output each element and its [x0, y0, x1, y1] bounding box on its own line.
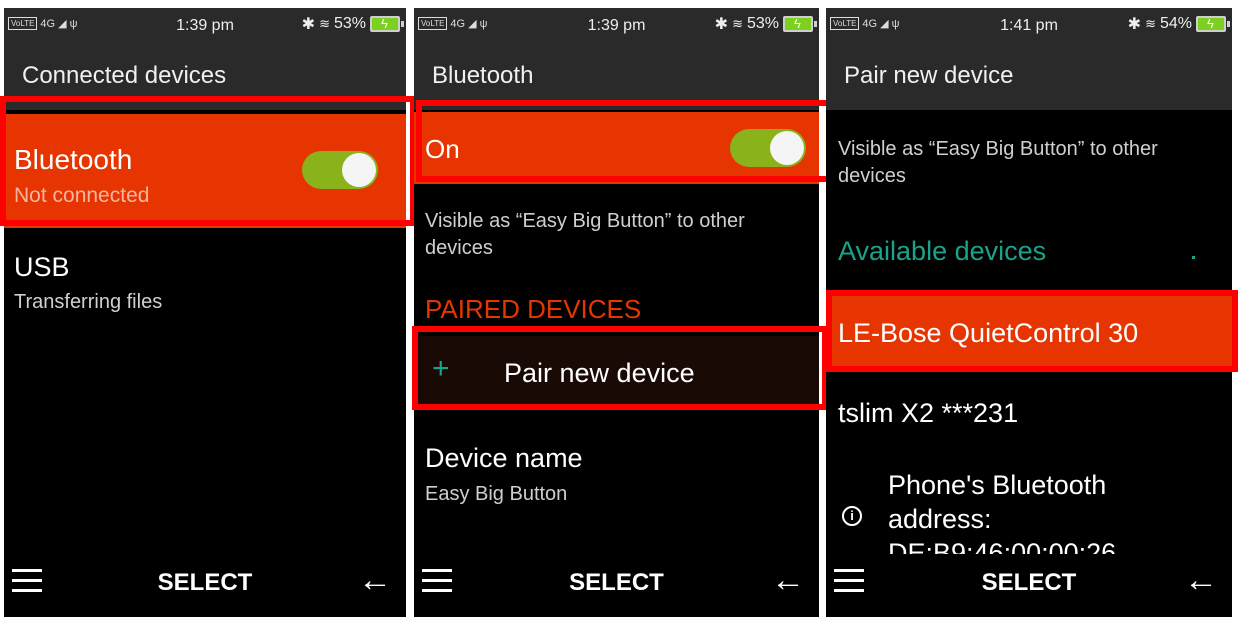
select-softkey[interactable]: SELECT [414, 569, 819, 597]
bluetooth-address: Phone's Bluetooth address: DE:B9:46:00:0… [888, 470, 1117, 554]
status-right: ✱ ≋ 53% ϟ [301, 14, 404, 34]
status-right: ✱ ≋ 53% ϟ [714, 14, 817, 34]
highlight-box [826, 290, 1238, 372]
select-softkey[interactable]: SELECT [4, 569, 406, 597]
vibrate-icon: ≋ [319, 16, 330, 31]
battery-icon: ϟ [783, 16, 817, 32]
select-softkey[interactable]: SELECT [826, 569, 1232, 597]
page-title: Bluetooth [432, 62, 534, 89]
available-devices-header: Available devices [838, 236, 1047, 266]
bluetooth-icon: ✱ [301, 16, 316, 33]
highlight-box [412, 326, 828, 410]
visibility-text: Visible as “Easy Big Button” to other de… [838, 138, 1158, 187]
page-title: Connected devices [22, 62, 227, 89]
usb-label[interactable]: USB [14, 252, 70, 283]
battery-icon: ϟ [1196, 16, 1230, 32]
device-name-value: Easy Big Button [425, 483, 568, 505]
status-bar: VoLTE 4G ◢ ψ 1:39 pm ✱ ≋ 53% ϟ [414, 8, 819, 42]
bluetooth-icon: ✱ [714, 16, 729, 33]
softkey-bar: SELECT ← [826, 555, 1232, 617]
status-bar: VoLTE 4G ◢ ψ 1:41 pm ✱ ≋ 54% ϟ [826, 8, 1232, 42]
vibrate-icon: ≋ [1145, 16, 1156, 31]
battery-percent: 54% [1159, 15, 1192, 32]
softkey-bar: SELECT ← [414, 555, 819, 617]
usb-status: Transferring files [14, 291, 163, 313]
highlight-box [416, 100, 832, 182]
device-name-label[interactable]: Device name [425, 443, 583, 474]
status-bar: VoLTE 4G ◢ ψ 1:39 pm ✱ ≋ 53% ϟ [4, 8, 406, 42]
app-bar: Pair new device [826, 42, 1232, 110]
back-arrow-icon[interactable]: ← [358, 561, 392, 600]
visibility-text: Visible as “Easy Big Button” to other de… [425, 210, 745, 259]
paired-devices-header: PAIRED DEVICES [425, 294, 642, 324]
highlight-box [0, 96, 416, 226]
back-arrow-icon[interactable]: ← [771, 561, 805, 600]
battery-icon: ϟ [370, 16, 404, 32]
battery-percent: 53% [333, 15, 366, 32]
scanning-indicator [1192, 256, 1195, 259]
device-row-tslim[interactable]: tslim X2 ***231 [838, 398, 1018, 429]
info-icon: i [842, 506, 862, 526]
page-title: Pair new device [844, 62, 1014, 89]
bluetooth-icon: ✱ [1127, 16, 1142, 33]
back-arrow-icon[interactable]: ← [1184, 561, 1218, 600]
softkey-bar: SELECT ← [4, 555, 406, 617]
vibrate-icon: ≋ [732, 16, 743, 31]
battery-percent: 53% [746, 15, 779, 32]
status-right: ✱ ≋ 54% ϟ [1127, 14, 1230, 34]
